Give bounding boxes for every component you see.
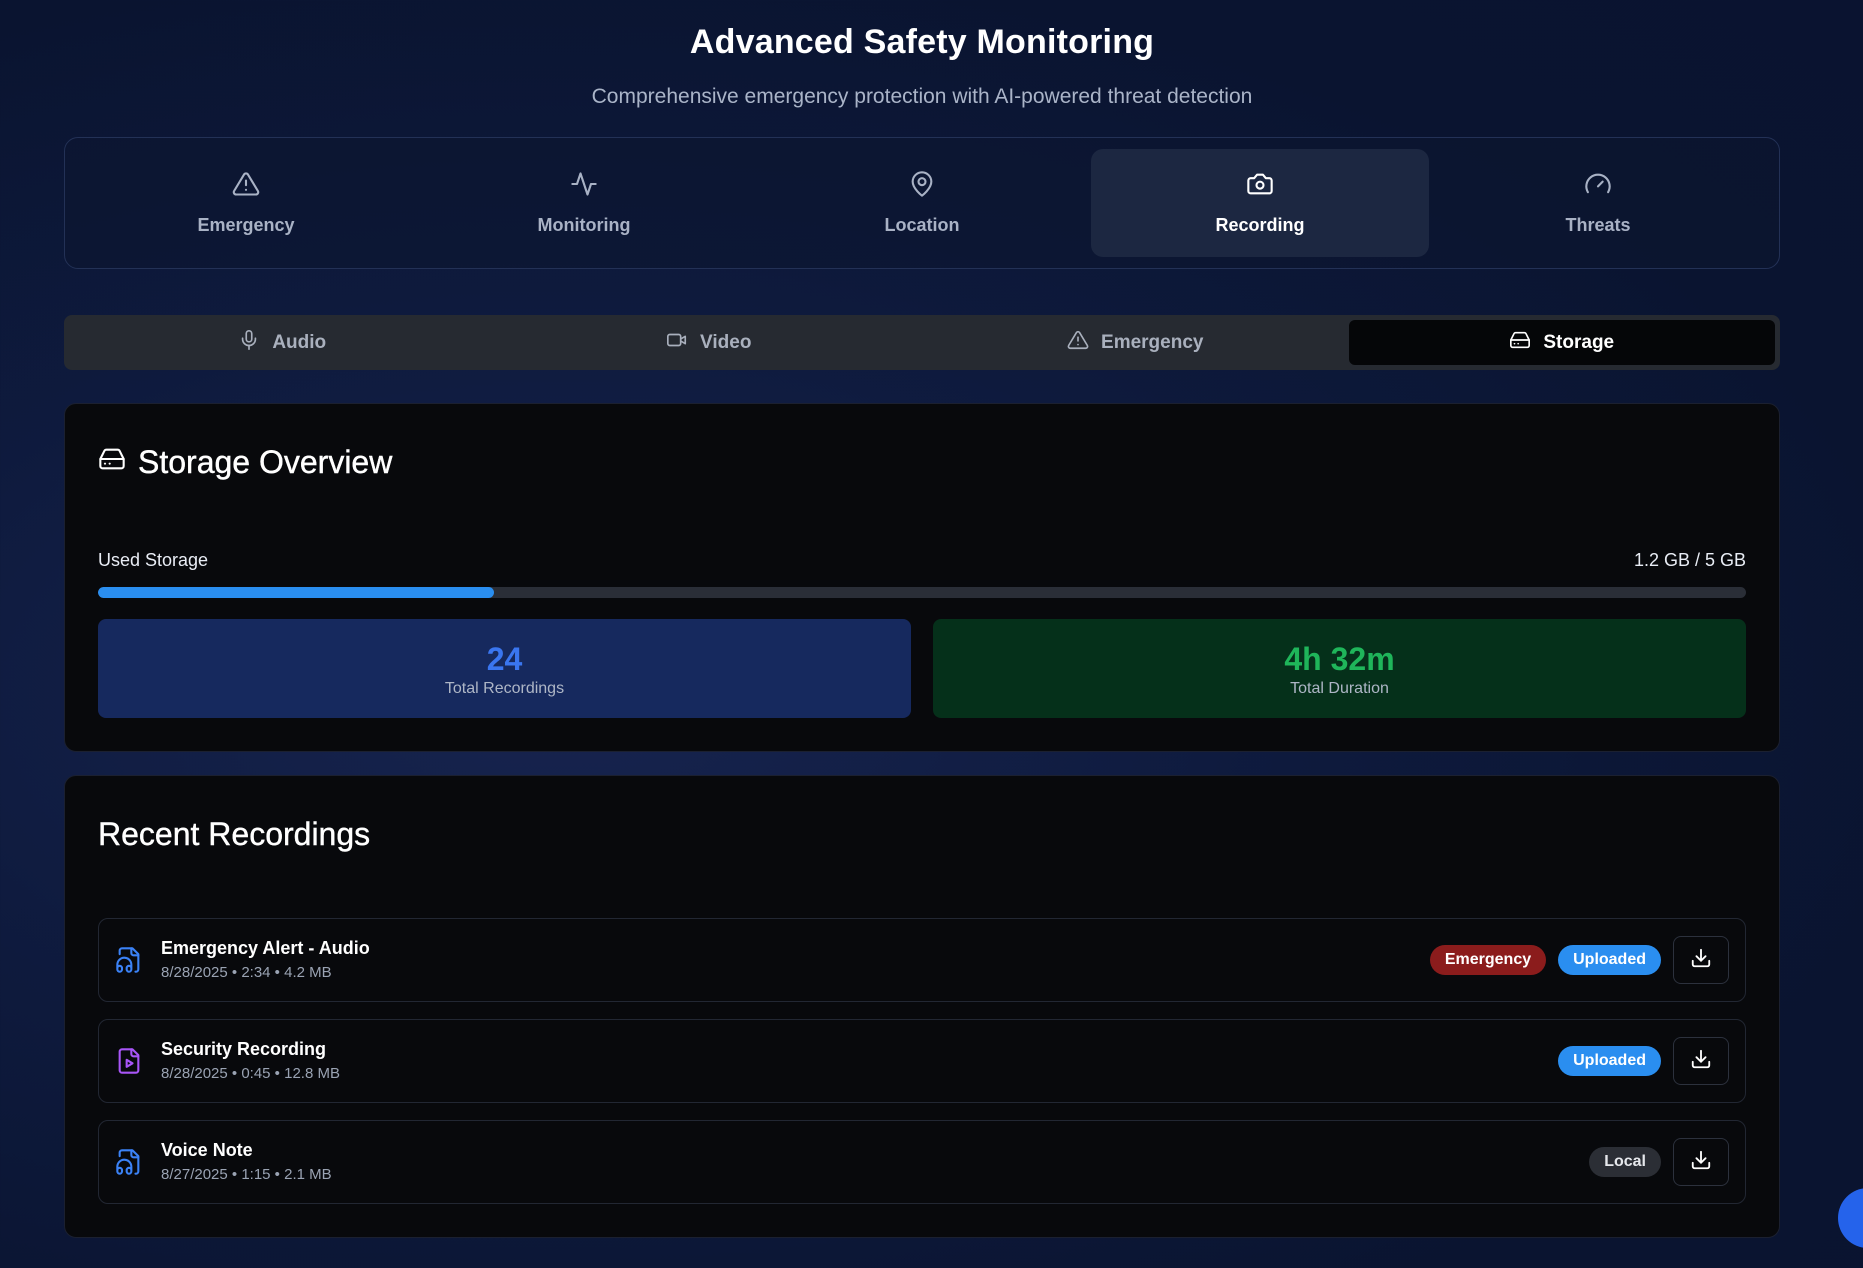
used-storage-label: Used Storage <box>98 550 209 570</box>
alert-triangle-icon <box>1067 329 1089 357</box>
recording-row[interactable]: Voice Note 8/27/2025 • 1:15 • 2.1 MB Loc… <box>98 1120 1746 1204</box>
activity-icon <box>570 170 598 203</box>
recent-recordings-card: Recent Recordings Emergency Alert - Audi… <box>64 775 1780 1238</box>
camera-icon <box>1246 170 1274 203</box>
recording-info: Emergency Alert - Audio 8/28/2025 • 2:34… <box>161 936 1430 984</box>
recording-badges: Local <box>1589 1147 1661 1177</box>
mic-icon <box>238 329 260 357</box>
storage-stats: 24 Total Recordings 4h 32m Total Duratio… <box>98 619 1746 718</box>
tab-monitoring[interactable]: Monitoring <box>415 149 753 257</box>
total-duration-value: 4h 32m <box>1284 640 1395 677</box>
recording-info: Security Recording 8/28/2025 • 0:45 • 12… <box>161 1037 1558 1085</box>
tab-label: Monitoring <box>537 215 631 235</box>
recording-meta: 8/27/2025 • 1:15 • 2.1 MB <box>161 1166 332 1183</box>
video-icon <box>666 329 688 357</box>
recording-row[interactable]: Security Recording 8/28/2025 • 0:45 • 12… <box>98 1019 1746 1103</box>
subtab-label: Emergency <box>1101 331 1204 353</box>
app-root: Advanced Safety Monitoring Comprehensive… <box>64 0 1780 1238</box>
subtab-emergency[interactable]: Emergency <box>922 320 1349 365</box>
uploaded-badge: Uploaded <box>1558 1046 1661 1076</box>
subtab-audio[interactable]: Audio <box>69 320 496 365</box>
file-audio-icon <box>115 946 143 974</box>
download-button[interactable] <box>1673 936 1729 984</box>
tab-label: Recording <box>1215 215 1305 235</box>
tab-emergency[interactable]: Emergency <box>77 149 415 257</box>
storage-overview-title: Storage Overview <box>98 444 393 481</box>
download-button[interactable] <box>1673 1138 1729 1186</box>
tab-threats[interactable]: Threats <box>1429 149 1767 257</box>
storage-progress-bar <box>98 587 1746 598</box>
subtab-storage[interactable]: Storage <box>1348 320 1775 365</box>
download-icon <box>1690 1048 1712 1075</box>
subtab-video[interactable]: Video <box>496 320 923 365</box>
subtab-label: Audio <box>272 331 327 353</box>
tab-recording[interactable]: Recording <box>1091 149 1429 257</box>
recording-name: Emergency Alert - Audio <box>161 938 370 958</box>
recording-info: Voice Note 8/27/2025 • 1:15 • 2.1 MB <box>161 1138 1589 1186</box>
total-recordings-value: 24 <box>486 640 523 677</box>
page-header: Advanced Safety Monitoring Comprehensive… <box>64 0 1780 110</box>
card-title-text: Recent Recordings <box>98 816 371 852</box>
page-title: Advanced Safety Monitoring <box>689 23 1155 61</box>
total-duration-label: Total Duration <box>1290 679 1389 697</box>
recordings-list: Emergency Alert - Audio 8/28/2025 • 2:34… <box>98 918 1746 1221</box>
total-duration-stat: 4h 32m Total Duration <box>933 619 1746 718</box>
recording-meta: 8/28/2025 • 0:45 • 12.8 MB <box>161 1065 340 1082</box>
recent-recordings-title: Recent Recordings <box>98 816 371 853</box>
tab-label: Threats <box>1565 215 1631 235</box>
floating-action-button[interactable] <box>1838 1188 1863 1248</box>
subtab-label: Video <box>700 331 752 353</box>
recording-meta: 8/28/2025 • 2:34 • 4.2 MB <box>161 964 332 981</box>
hard-drive-icon <box>98 444 126 481</box>
download-icon <box>1690 1149 1712 1176</box>
emergency-badge: Emergency <box>1429 945 1547 975</box>
card-title-text: Storage Overview <box>138 444 393 480</box>
recording-name: Voice Note <box>161 1140 253 1160</box>
file-audio-icon <box>115 1148 143 1176</box>
recording-badges: Uploaded <box>1558 1046 1661 1076</box>
main-tab-bar: Emergency Monitoring Location Recording … <box>64 137 1780 269</box>
local-badge: Local <box>1589 1147 1661 1177</box>
page-subtitle: Comprehensive emergency protection with … <box>591 85 1253 108</box>
gauge-icon <box>1584 170 1612 203</box>
map-pin-icon <box>908 170 936 203</box>
recording-name: Security Recording <box>161 1039 327 1059</box>
download-button[interactable] <box>1673 1037 1729 1085</box>
tab-location[interactable]: Location <box>753 149 1091 257</box>
file-video-icon <box>115 1047 143 1075</box>
alert-triangle-icon <box>232 170 260 203</box>
storage-progress-fill <box>98 587 494 598</box>
recording-row[interactable]: Emergency Alert - Audio 8/28/2025 • 2:34… <box>98 918 1746 1002</box>
hard-drive-icon <box>1509 329 1531 357</box>
subtab-label: Storage <box>1543 331 1615 353</box>
used-storage-row: Used Storage 1.2 GB / 5 GB <box>98 550 1746 571</box>
total-recordings-label: Total Recordings <box>444 679 565 697</box>
tab-label: Emergency <box>197 215 295 235</box>
recording-badges: Emergency Uploaded <box>1429 945 1661 975</box>
storage-overview-card: Storage Overview Used Storage 1.2 GB / 5… <box>64 403 1780 752</box>
download-icon <box>1690 947 1712 974</box>
recording-sub-tab-bar: Audio Video Emergency Storage <box>64 315 1780 370</box>
used-storage-value: 1.2 GB / 5 GB <box>1633 550 1746 570</box>
total-recordings-stat: 24 Total Recordings <box>98 619 911 718</box>
uploaded-badge: Uploaded <box>1558 945 1661 975</box>
tab-label: Location <box>884 215 960 235</box>
